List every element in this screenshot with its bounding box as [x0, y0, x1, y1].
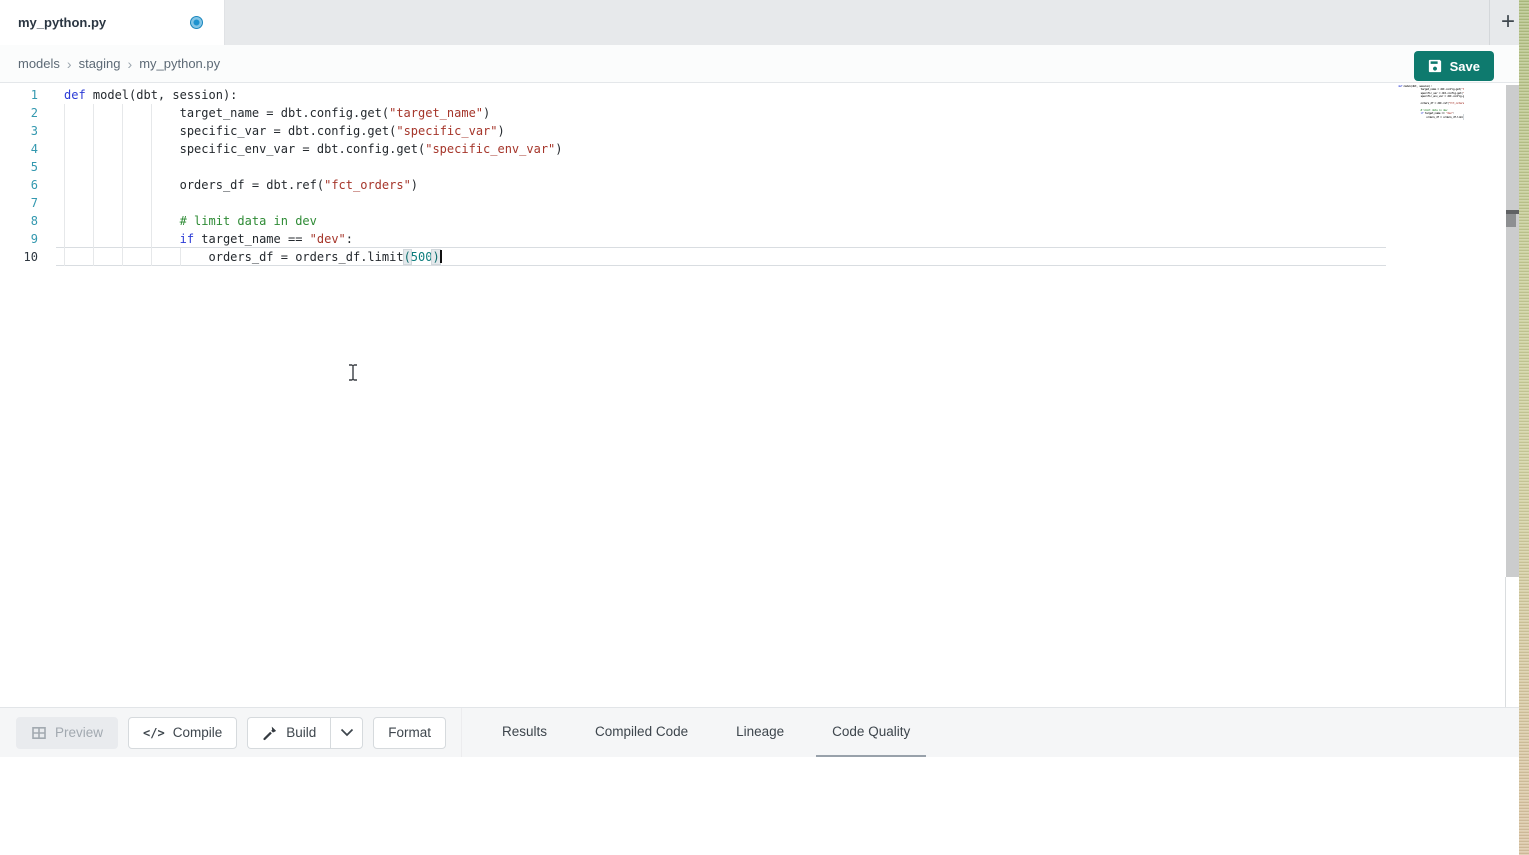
result-panel-tabs: Results Compiled Code Lineage Code Quali… — [478, 708, 934, 758]
breadcrumb-item-staging[interactable]: staging — [79, 56, 121, 71]
save-button-label: Save — [1450, 59, 1480, 74]
breadcrumb-item-models[interactable]: models — [18, 56, 60, 71]
code-content[interactable]: def model(dbt, session): target_name = d… — [64, 86, 563, 266]
tab-compiled-code[interactable]: Compiled Code — [579, 708, 704, 758]
preview-button[interactable]: Preview — [16, 717, 118, 749]
minimap[interactable]: def model(dbt, session): target_name = d… — [1398, 85, 1464, 127]
breadcrumb-item-file[interactable]: my_python.py — [139, 56, 220, 71]
unsaved-changes-icon — [191, 17, 202, 28]
chevron-right-icon: › — [128, 56, 133, 72]
file-tab-label: my_python.py — [18, 15, 106, 30]
compile-button-label: Compile — [173, 725, 223, 740]
code-editor[interactable]: 12345678910 def model(dbt, session): tar… — [0, 83, 1519, 706]
file-tab-bar: my_python.py + — [0, 0, 1519, 45]
build-options-button[interactable] — [330, 717, 363, 749]
chevron-right-icon: › — [67, 56, 72, 72]
build-button-label: Build — [286, 725, 316, 740]
format-button[interactable]: Format — [373, 717, 446, 749]
chevron-down-icon — [340, 728, 354, 737]
format-button-label: Format — [388, 725, 431, 740]
floppy-disk-icon — [1428, 59, 1442, 73]
tab-lineage[interactable]: Lineage — [720, 708, 800, 758]
code-icon: </> — [143, 726, 165, 740]
build-split-button: Build — [247, 717, 363, 749]
table-icon — [31, 725, 47, 741]
editor-toolbar: Preview </> Compile Build Format Results… — [0, 707, 1519, 757]
tab-results[interactable]: Results — [486, 708, 563, 758]
save-button[interactable]: Save — [1414, 51, 1494, 81]
line-number-gutter: 12345678910 — [0, 86, 48, 266]
toolbar-divider — [461, 708, 462, 758]
hammer-icon — [262, 725, 278, 741]
breadcrumb: models › staging › my_python.py Save — [0, 45, 1519, 83]
editor-right-border — [1505, 577, 1506, 707]
scrollbar-thumb[interactable] — [1506, 214, 1516, 227]
new-tab-button[interactable]: + — [1494, 8, 1522, 36]
compile-button[interactable]: </> Compile — [128, 717, 237, 749]
window-edge-strip — [1519, 0, 1529, 855]
ide-window: my_python.py + models › staging › my_pyt… — [0, 0, 1529, 855]
build-button[interactable]: Build — [247, 717, 330, 749]
preview-button-label: Preview — [55, 725, 103, 740]
code-quality-panel — [0, 757, 1519, 855]
text-cursor-pointer — [347, 364, 359, 381]
tab-code-quality[interactable]: Code Quality — [816, 708, 926, 758]
file-tab-my-python[interactable]: my_python.py — [0, 0, 225, 45]
tab-bar-divider — [1489, 0, 1490, 45]
